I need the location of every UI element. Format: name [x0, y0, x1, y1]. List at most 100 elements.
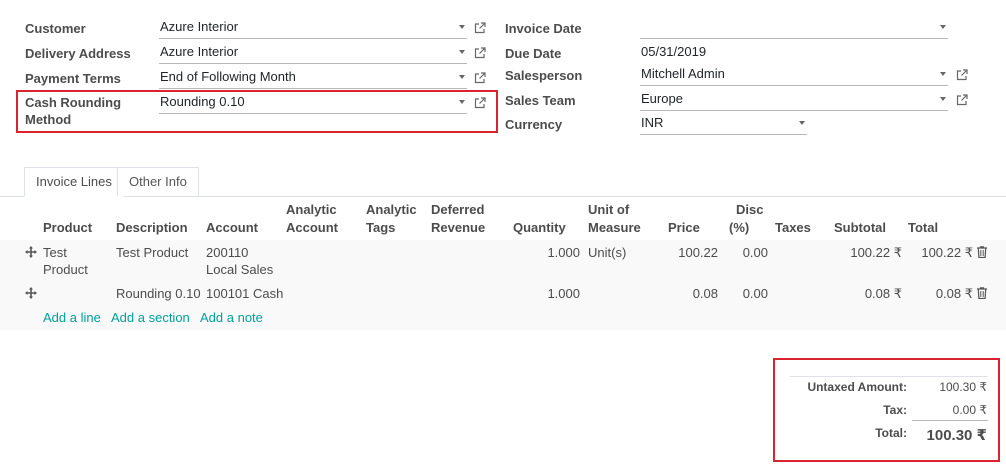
col-total[interactable]: Total [908, 219, 938, 237]
cash-rounding-label-line1: Cash Rounding [25, 95, 122, 110]
row1-price[interactable]: 100.22 [658, 244, 718, 261]
external-link-icon[interactable] [474, 22, 486, 34]
trash-icon[interactable] [977, 246, 987, 259]
external-link-icon[interactable] [474, 72, 486, 84]
row1-account-l2: Local Sales [206, 262, 274, 277]
row2-total: 0.08 ₹ [935, 286, 973, 301]
col-taxes[interactable]: Taxes [775, 219, 811, 237]
external-link-icon[interactable] [956, 94, 968, 106]
col-analytic-tags[interactable]: Analytic Tags [366, 201, 417, 237]
tax-value: 0.00 ₹ [952, 403, 987, 417]
chevron-down-icon[interactable] [459, 75, 465, 79]
sales-team-label: Sales Team [505, 93, 576, 108]
col-unit-of-measure[interactable]: Unit of Measure [588, 201, 641, 237]
chevron-down-icon[interactable] [459, 50, 465, 54]
untaxed-amount-value: 100.30 ₹ [939, 380, 987, 394]
col-uom-l2: Measure [588, 220, 641, 235]
trash-icon[interactable] [977, 287, 987, 300]
due-date-label: Due Date [505, 46, 562, 61]
invoice-date-label: Invoice Date [505, 21, 582, 36]
col-uom-l1: Unit of [588, 202, 630, 217]
chevron-down-icon[interactable] [799, 121, 805, 125]
due-date-value: 05/31/2019 [641, 44, 707, 59]
row1-account[interactable]: 200110 Local Sales [206, 244, 273, 278]
row1-disc[interactable]: 0.00 [718, 244, 768, 261]
chevron-down-icon[interactable] [940, 72, 946, 76]
cash-rounding-label: Cash Rounding Method [25, 94, 121, 128]
col-deferred-l2: Revenue [431, 220, 486, 235]
col-quantity[interactable]: Quantity [513, 219, 566, 237]
row1-account-l1: 200110 [206, 245, 249, 260]
tab-invoice-lines[interactable]: Invoice Lines [24, 167, 124, 197]
cash-rounding-value: Rounding 0.10 [160, 94, 245, 109]
col-analytic-account-l2: Account [286, 220, 338, 235]
row1-subtotal: 100.22 ₹ [850, 245, 902, 260]
add-line-link[interactable]: Add a line [43, 309, 101, 326]
row1-total: 100.22 ₹ [921, 245, 973, 260]
payment-terms-field[interactable]: End of Following Month [159, 67, 467, 89]
col-disc-l1: Disc [736, 202, 764, 217]
row1-description[interactable]: Test Product [116, 244, 188, 261]
col-analytic-tags-l1: Analytic [366, 202, 417, 217]
row1-uom[interactable]: Unit(s) [588, 244, 626, 261]
total-value: 100.30 ₹ [926, 427, 987, 444]
col-disc[interactable]: Disc (%) [729, 201, 763, 237]
add-note-link[interactable]: Add a note [200, 309, 263, 326]
external-link-icon[interactable] [956, 69, 968, 81]
sales-team-value: Europe [641, 91, 683, 106]
totals-divider [912, 420, 988, 421]
chevron-down-icon[interactable] [940, 97, 946, 101]
tab-other-info[interactable]: Other Info [117, 167, 199, 196]
delivery-address-label: Delivery Address [25, 46, 131, 61]
drag-handle-icon[interactable] [25, 287, 37, 299]
payment-terms-value: End of Following Month [160, 69, 296, 84]
untaxed-amount-label: Untaxed Amount: [807, 380, 907, 394]
customer-field[interactable]: Azure Interior [159, 17, 467, 39]
col-analytic-account-l1: Analytic [286, 202, 337, 217]
row1-product[interactable]: Test Product [43, 244, 88, 278]
col-analytic-account[interactable]: Analytic Account [286, 201, 338, 237]
totals-top-divider [790, 376, 988, 377]
row2-disc[interactable]: 0.00 [718, 285, 768, 302]
sales-team-field[interactable]: Europe [640, 89, 948, 111]
row2-price[interactable]: 0.08 [658, 285, 718, 302]
col-deferred-revenue[interactable]: Deferred Revenue [431, 201, 485, 237]
cash-rounding-field[interactable]: Rounding 0.10 [159, 92, 467, 114]
row1-quantity[interactable]: 1.000 [520, 244, 580, 261]
add-section-link[interactable]: Add a section [111, 309, 190, 326]
chevron-down-icon[interactable] [940, 25, 946, 29]
external-link-icon[interactable] [474, 47, 486, 59]
delivery-address-field[interactable]: Azure Interior [159, 42, 467, 64]
row2-account[interactable]: 100101 Cash [206, 285, 283, 302]
external-link-icon[interactable] [474, 97, 486, 109]
cash-rounding-label-line2: Method [25, 112, 72, 127]
salesperson-label: Salesperson [505, 68, 583, 83]
chevron-down-icon[interactable] [459, 100, 465, 104]
col-price[interactable]: Price [668, 219, 700, 237]
drag-handle-icon[interactable] [25, 246, 37, 258]
customer-value: Azure Interior [160, 19, 239, 34]
currency-label: Currency [505, 117, 563, 132]
currency-field[interactable]: INR [640, 113, 807, 135]
col-account[interactable]: Account [206, 219, 258, 237]
salesperson-value: Mitchell Admin [641, 66, 725, 81]
row1-product-l2: Product [43, 262, 88, 277]
row2-description[interactable]: Rounding 0.10 [116, 285, 201, 302]
due-date-field[interactable]: 05/31/2019 [640, 42, 840, 64]
tax-label: Tax: [883, 403, 907, 417]
col-product[interactable]: Product [43, 219, 92, 237]
col-subtotal[interactable]: Subtotal [834, 219, 886, 237]
row1-product-l1: Test [43, 245, 67, 260]
invoice-date-field[interactable] [640, 17, 948, 39]
col-deferred-l1: Deferred [431, 202, 485, 217]
col-disc-l2: (%) [729, 220, 750, 235]
col-description[interactable]: Description [116, 219, 188, 237]
row2-subtotal: 0.08 ₹ [864, 286, 902, 301]
delivery-address-value: Azure Interior [160, 44, 239, 59]
currency-value: INR [641, 115, 664, 130]
row2-quantity[interactable]: 1.000 [520, 285, 580, 302]
salesperson-field[interactable]: Mitchell Admin [640, 64, 948, 86]
chevron-down-icon[interactable] [459, 25, 465, 29]
payment-terms-label: Payment Terms [25, 71, 121, 86]
customer-label: Customer [25, 21, 86, 36]
